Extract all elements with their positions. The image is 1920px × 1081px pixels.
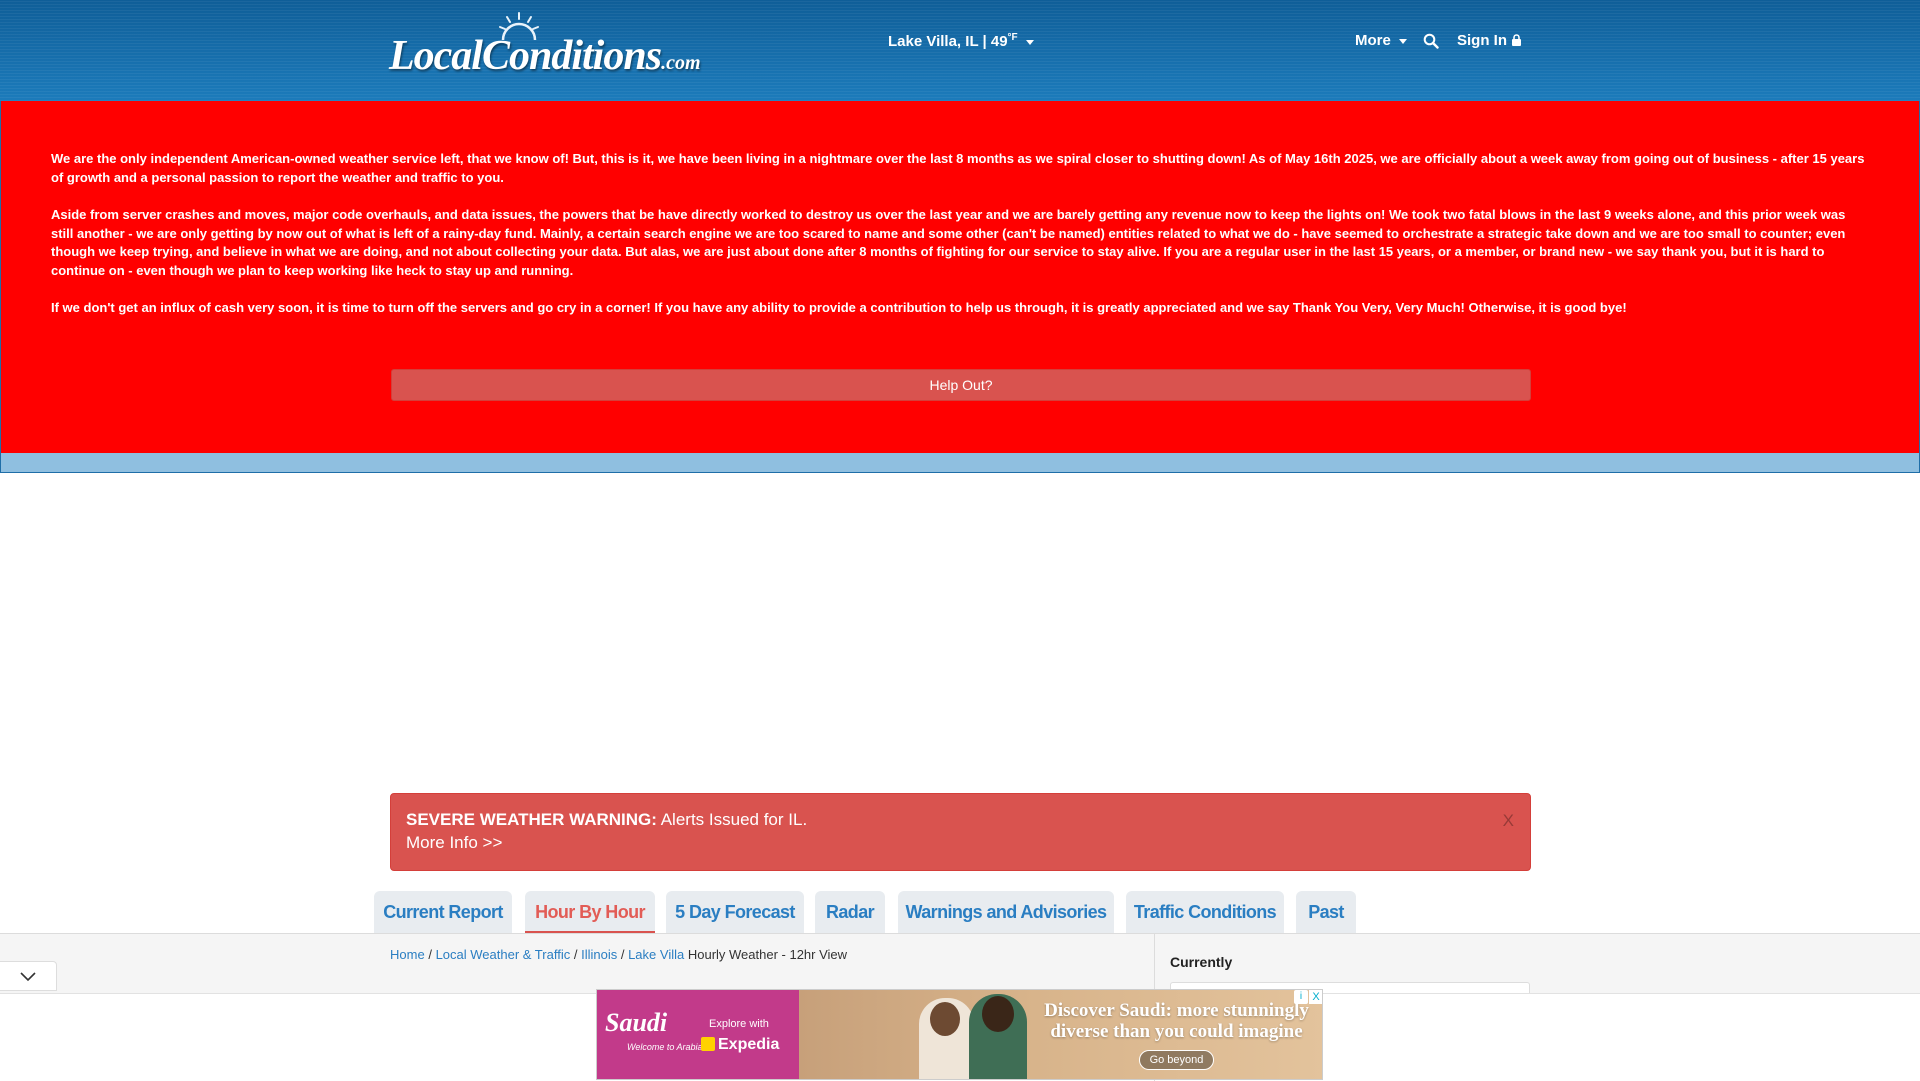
breadcrumb-separator: /: [573, 947, 578, 962]
banner-bottom-strip: [0, 453, 1920, 473]
tab-current-report[interactable]: Current Report: [374, 891, 512, 933]
breadcrumb-separator: /: [620, 947, 625, 962]
tab-past[interactable]: Past: [1296, 891, 1356, 933]
notice-paragraph-3: If we don't get an influx of cash very s…: [51, 300, 1627, 315]
ad-headline: Discover Saudi: more stunningly diverse …: [1044, 1000, 1309, 1042]
more-label: More: [1355, 32, 1391, 49]
alert-text: SEVERE WEATHER WARNING: Alerts Issued fo…: [406, 810, 807, 830]
site-logo[interactable]: LocalConditions.com: [389, 10, 701, 80]
breadcrumb-home[interactable]: Home: [390, 947, 425, 962]
advertisement-banner[interactable]: Saudi Welcome to Arabia Explore with Exp…: [596, 989, 1323, 1080]
logo-wordmark: LocalConditions.com: [389, 33, 701, 79]
breadcrumb-local-weather-traffic[interactable]: Local Weather & Traffic: [436, 947, 571, 962]
alert-more-info-link[interactable]: More Info >>: [406, 833, 502, 853]
ad-person-head: [930, 1002, 960, 1036]
breadcrumb-lake-villa[interactable]: Lake Villa: [628, 947, 684, 962]
tab-warnings-and-advisories[interactable]: Warnings and Advisories: [898, 891, 1114, 933]
ad-brand-panel: Saudi Welcome to Arabia Explore with Exp…: [597, 990, 799, 1079]
breadcrumb-current: Hourly Weather - 12hr View: [687, 947, 848, 962]
tab-5-day-forecast[interactable]: 5 Day Forecast: [666, 891, 804, 933]
expedia-icon: [701, 1037, 715, 1051]
ad-welcome-text: Welcome to Arabia: [627, 1042, 703, 1052]
ad-explore-text: Explore with: [709, 1018, 769, 1030]
caret-down-icon: [1399, 38, 1408, 44]
ad-cta-button[interactable]: Go beyond: [1139, 1050, 1214, 1070]
sign-in-link[interactable]: Sign In: [1457, 32, 1522, 49]
ad-photo-panel: Discover Saudi: more stunningly diverse …: [799, 990, 1322, 1079]
notice-paragraph-1: We are the only independent American-own…: [51, 151, 1865, 185]
more-menu[interactable]: More: [1355, 32, 1408, 49]
ad-brand-logo: Saudi: [605, 1008, 668, 1037]
alert-close-button[interactable]: X: [1503, 811, 1514, 831]
chevron-down-icon: [20, 972, 36, 982]
currently-heading: Currently: [1170, 954, 1233, 970]
lock-icon: [1512, 34, 1522, 46]
tab-radar[interactable]: Radar: [815, 891, 885, 933]
shutdown-notice-banner: We are the only independent American-own…: [0, 101, 1920, 453]
search-icon[interactable]: [1423, 33, 1439, 49]
caret-down-icon: [1025, 39, 1034, 45]
location-label: Lake Villa, IL | 49: [888, 33, 1008, 50]
ad-collapse-toggle[interactable]: [0, 961, 57, 991]
temp-unit: °F: [1007, 32, 1018, 43]
tab-traffic-conditions[interactable]: Traffic Conditions: [1126, 891, 1284, 933]
ad-info-icon[interactable]: i: [1294, 990, 1308, 1004]
sign-in-label: Sign In: [1457, 32, 1507, 49]
alert-title: SEVERE WEATHER WARNING:: [406, 810, 657, 829]
ad-partner-logo: Expedia: [701, 1036, 779, 1054]
location-dropdown[interactable]: Lake Villa, IL | 49°F: [888, 32, 1034, 50]
alert-message: Alerts Issued for IL.: [660, 810, 808, 829]
notice-paragraph-2: Aside from server crashes and moves, maj…: [51, 207, 1846, 278]
breadcrumb-separator: /: [428, 947, 432, 962]
help-out-button[interactable]: Help Out?: [391, 369, 1531, 401]
breadcrumb: Home / Local Weather & Traffic / Illinoi…: [390, 947, 847, 962]
ad-close-icon[interactable]: X: [1309, 990, 1322, 1004]
tab-hour-by-hour[interactable]: Hour By Hour: [525, 891, 655, 933]
severe-weather-alert: SEVERE WEATHER WARNING: Alerts Issued fo…: [390, 793, 1531, 871]
ad-person-head: [982, 996, 1014, 1032]
breadcrumb-illinois[interactable]: Illinois: [581, 947, 617, 962]
site-header: LocalConditions.com Lake Villa, IL | 49°…: [0, 0, 1920, 101]
